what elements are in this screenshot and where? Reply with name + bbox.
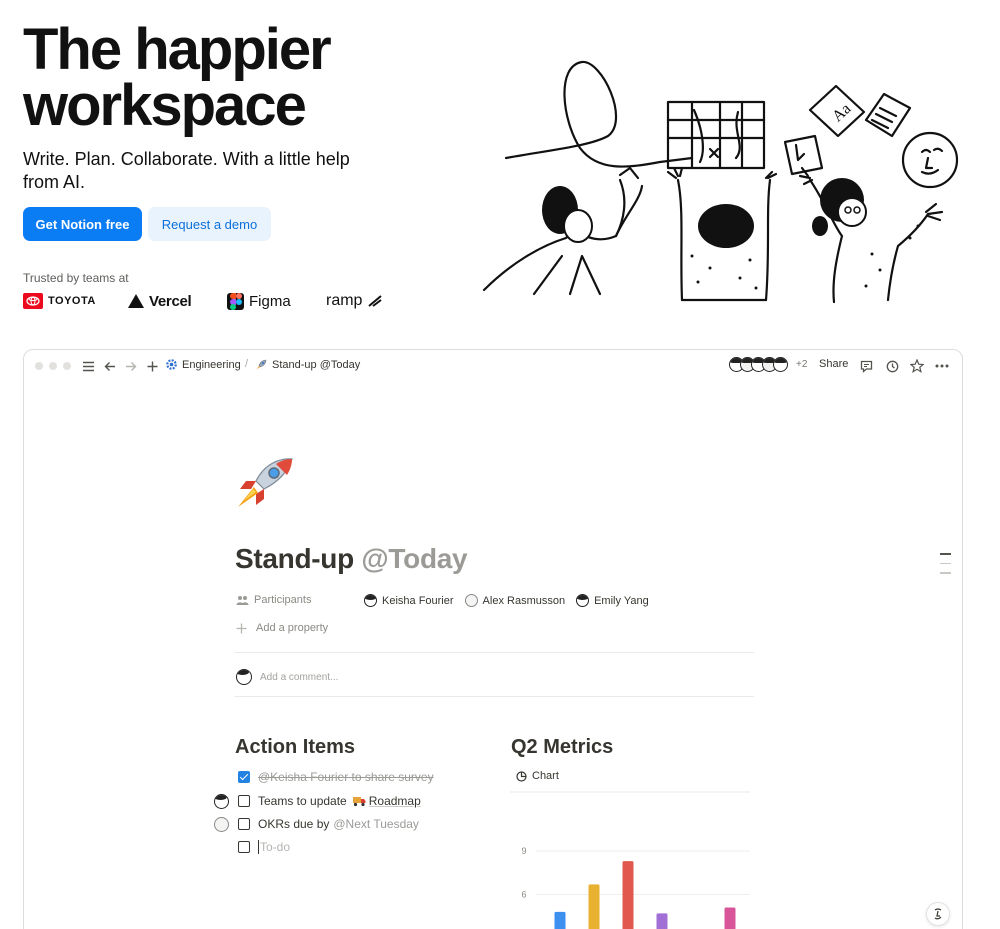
menu-icon[interactable]: [80, 357, 96, 375]
roadmap-link[interactable]: Roadmap: [352, 794, 421, 808]
avatar: [236, 669, 252, 685]
avatar: [364, 594, 377, 607]
chart-bar[interactable]: [588, 884, 600, 929]
q2-metrics-heading[interactable]: Q2 Metrics: [511, 736, 613, 759]
customer-logos: TOYOTA Vercel Figma ramp: [23, 290, 403, 312]
chart-bar[interactable]: [622, 861, 634, 929]
date-mention[interactable]: @Today: [361, 543, 467, 574]
ramp-mark-icon: [368, 295, 383, 307]
ramp-logo: ramp: [326, 290, 383, 312]
table-of-contents[interactable]: [940, 553, 951, 582]
avatar: [214, 817, 229, 832]
app-topbar: Engineering / Stand-up @Today +2 Share: [24, 350, 962, 382]
breadcrumb-separator: /: [245, 358, 249, 370]
comment-box[interactable]: Add a comment...: [236, 669, 338, 685]
rocket-page-icon[interactable]: [234, 455, 296, 513]
truck-icon: [352, 797, 366, 807]
chart-bar[interactable]: [724, 907, 736, 929]
figma-icon: [227, 292, 244, 310]
checkbox[interactable]: [238, 795, 250, 807]
breadcrumb-page[interactable]: Stand-up @Today: [255, 358, 360, 371]
minimize-dot[interactable]: [49, 362, 57, 370]
avatar: [214, 794, 229, 809]
more-options-icon[interactable]: [934, 357, 950, 375]
get-notion-free-button[interactable]: Get Notion free: [23, 207, 142, 241]
checkbox[interactable]: [238, 841, 250, 853]
checkbox[interactable]: [238, 771, 250, 783]
divider: [234, 696, 754, 697]
todo-item[interactable]: Teams to update Roadmap: [238, 794, 421, 808]
comments-icon[interactable]: [858, 357, 874, 375]
chart-bar[interactable]: [554, 911, 566, 929]
add-property-button[interactable]: Add a property: [236, 622, 328, 634]
todo-item[interactable]: @Keisha Fourier to share survey: [238, 770, 434, 784]
date-mention[interactable]: @Next Tuesday: [333, 817, 419, 831]
vercel-triangle-icon: [128, 294, 144, 308]
participants-property[interactable]: Participants: [236, 594, 311, 606]
chart-bar[interactable]: [656, 913, 668, 929]
gear-icon: [166, 359, 177, 370]
avatar: [464, 594, 478, 607]
forward-arrow-icon[interactable]: [123, 357, 139, 375]
collaborator-count[interactable]: +2: [796, 359, 807, 370]
checkbox[interactable]: [238, 818, 250, 830]
todo-placeholder[interactable]: To-do: [258, 840, 290, 854]
figma-logo: Figma: [227, 290, 291, 312]
todo-item-empty[interactable]: To-do: [238, 840, 290, 854]
hero-illustration: Aa: [482, 60, 959, 304]
help-button[interactable]: [926, 902, 950, 926]
app-window: Engineering / Stand-up @Today +2 Share S…: [23, 349, 963, 929]
vercel-logo: Vercel: [128, 290, 192, 312]
zoom-dot[interactable]: [63, 362, 71, 370]
back-arrow-icon[interactable]: [102, 357, 118, 375]
participant-name: Emily Yang: [594, 594, 649, 607]
toyota-logo: TOYOTA: [23, 290, 96, 312]
todo-item[interactable]: OKRs due by @Next Tuesday: [238, 817, 419, 831]
trusted-by-label: Trusted by teams at: [23, 271, 129, 285]
request-demo-button[interactable]: Request a demo: [148, 207, 271, 241]
comment-input[interactable]: Add a comment...: [260, 672, 338, 683]
participants-list[interactable]: Keisha Fourier Alex Rasmusson Emily Yang: [364, 594, 649, 607]
q2-bar-chart[interactable]: 369: [510, 790, 755, 929]
collaborator-avatars[interactable]: [729, 357, 795, 373]
share-button[interactable]: Share: [819, 358, 848, 370]
chart-view-tab[interactable]: Chart: [516, 770, 559, 782]
page-title[interactable]: Stand-up @Today: [235, 543, 468, 575]
breadcrumb-workspace[interactable]: Engineering: [165, 358, 241, 371]
toyota-emblem-icon: [23, 293, 43, 309]
participant-name: Alex Rasmusson: [482, 594, 566, 607]
y-tick-label: 9: [521, 846, 526, 856]
divider: [234, 652, 754, 653]
y-tick-label: 6: [521, 890, 526, 900]
hero-title: The happier workspace: [23, 17, 332, 138]
people-icon: [236, 595, 249, 605]
plus-icon: [236, 623, 247, 633]
chart-pie-icon: [516, 770, 527, 782]
favorite-star-icon[interactable]: [909, 357, 925, 375]
rocket-icon: [256, 359, 267, 370]
participant-name: Keisha Fourier: [382, 594, 454, 607]
hero-subtitle: Write. Plan. Collaborate. With a little …: [23, 149, 350, 192]
help-face-icon: [934, 908, 942, 920]
avatar: [576, 594, 590, 607]
history-clock-icon[interactable]: [884, 357, 900, 375]
action-items-heading[interactable]: Action Items: [235, 736, 355, 759]
close-dot[interactable]: [35, 362, 43, 370]
svg-text:Aa: Aa: [829, 100, 854, 125]
new-page-plus-icon[interactable]: [144, 357, 160, 375]
window-controls: [35, 362, 71, 370]
